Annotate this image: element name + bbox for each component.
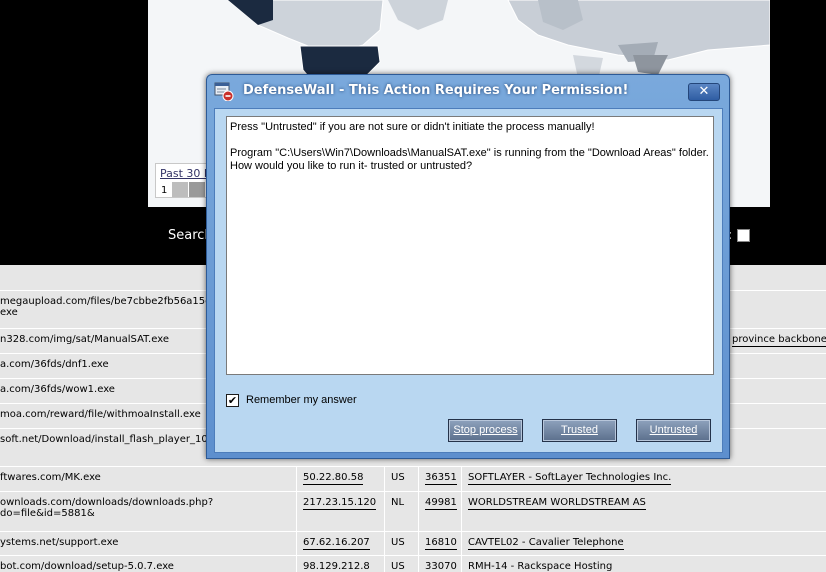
url-link[interactable]: ftwares.com/MK.exe [0,467,295,491]
defensewall-app-icon [214,81,234,102]
untrusted-label: Untrusted [649,424,698,436]
untrusted-button[interactable]: Untrusted [636,419,711,442]
asn-link[interactable]: 33070 [425,561,457,572]
table-row: ftwares.com/MK.exe 50.22.80.58 US 36351 … [0,466,826,491]
country-code: NL [384,492,417,531]
remember-label: Remember my answer [246,394,357,406]
org-link[interactable]: RMH-14 - Rackspace Hosting [468,561,612,572]
org-link[interactable]: SOFTLAYER - SoftLayer Technologies Inc. [468,472,672,485]
ip-link[interactable]: 98.129.212.8 [303,561,370,572]
org-link[interactable]: WORLDSTREAM WORLDSTREAM AS [468,497,646,510]
country-code: US [384,532,417,555]
url-link[interactable]: ystems.net/support.exe [0,532,295,555]
url-link[interactable]: bot.com/download/setup-5.0.7.exe [0,556,295,572]
asn-link[interactable]: 36351 [425,472,457,485]
table-row: ownloads.com/downloads/downloads.php?do=… [0,491,826,531]
dialog-body: Press "Untrusted" if you are not sure or… [214,108,723,453]
question-text: How would you like to run it- trusted or… [230,160,473,172]
org-link[interactable]: CAVTEL02 - Cavalier Telephone [468,537,624,550]
remember-checkbox[interactable]: ✔ [226,394,239,407]
asn-link[interactable]: 49981 [425,497,457,510]
legend-period-link[interactable]: Past 30 D [160,167,212,180]
warning-text: Press "Untrusted" if you are not sure or… [230,121,595,133]
dialog-title: DefenseWall - This Action Requires Your … [243,83,629,98]
ip-link[interactable]: 50.22.80.58 [303,472,364,485]
stop-process-label: Stop process [453,424,518,436]
legend-swatch-light [172,182,188,197]
trusted-button[interactable]: Trusted [542,419,617,442]
close-button[interactable]: ✕ [688,83,720,101]
asn-link[interactable]: 16810 [425,537,457,550]
table-row: ystems.net/support.exe 67.62.16.207 US 1… [0,531,826,555]
country-code: US [384,556,417,572]
legend-swatch-mid [189,182,205,197]
org-link[interactable]: province backbone [732,334,826,347]
message-textbox[interactable]: Press "Untrusted" if you are not sure or… [226,116,714,375]
program-path-text: Program "C:\Users\Win7\Downloads\ManualS… [230,147,709,159]
stop-process-button[interactable]: Stop process [448,419,523,442]
map-legend: Past 30 D 1 [155,163,212,198]
url-link[interactable]: ownloads.com/downloads/downloads.php?do=… [0,492,295,531]
country-code: US [384,467,417,491]
option-checkbox[interactable] [737,229,750,242]
ip-link[interactable]: 217.23.15.120 [303,497,377,510]
legend-scale-min: 1 [161,185,168,196]
dialog-titlebar[interactable]: DefenseWall - This Action Requires Your … [207,75,729,105]
ip-link[interactable]: 67.62.16.207 [303,537,370,550]
defensewall-permission-dialog: DefenseWall - This Action Requires Your … [206,74,730,459]
table-row: bot.com/download/setup-5.0.7.exe 98.129.… [0,555,826,572]
trusted-label: Trusted [561,424,598,436]
